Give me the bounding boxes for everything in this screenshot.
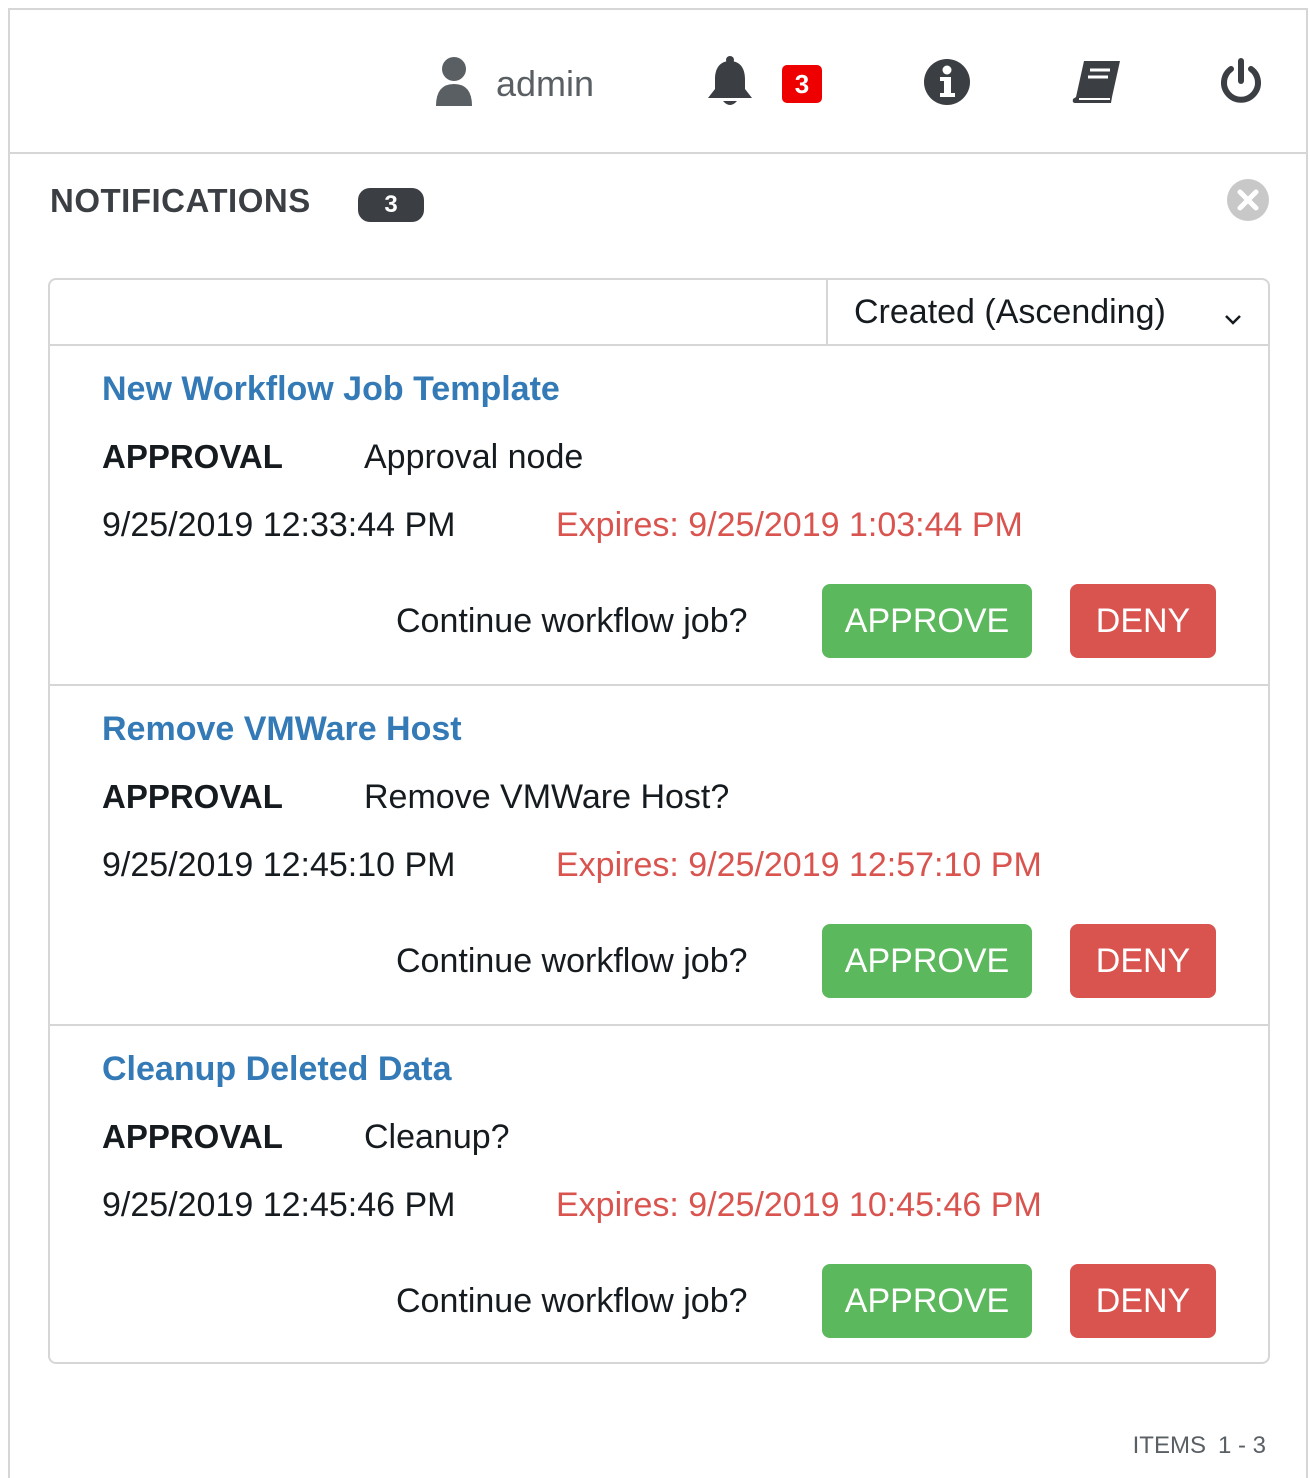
approve-button[interactable]: APPROVE <box>822 924 1032 998</box>
workflow-job-link[interactable]: New Workflow Job Template <box>102 370 560 409</box>
user-icon <box>434 56 474 113</box>
item-type: APPROVAL <box>102 438 283 475</box>
continue-prompt: Continue workflow job? <box>396 602 748 640</box>
created-timestamp: 9/25/2019 12:33:44 PM <box>102 506 456 544</box>
panel-title: NOTIFICATIONS <box>50 182 311 219</box>
list-item: Remove VMWare Host APPROVAL Remove VMWar… <box>50 686 1268 1026</box>
items-range: ITEMS 1 - 3 <box>1133 1432 1266 1460</box>
list-toolbar: Created (Ascending) <box>50 280 1268 346</box>
created-timestamp: 9/25/2019 12:45:46 PM <box>102 1186 456 1224</box>
continue-prompt: Continue workflow job? <box>396 1282 748 1320</box>
notifications-window: admin 3 NOTIFICATIONS 3 Created (Ascendi… <box>8 8 1308 1478</box>
expires-timestamp: Expires: 9/25/2019 12:57:10 PM <box>556 846 1042 884</box>
sort-selected-label: Created (Ascending) <box>854 292 1166 331</box>
item-description: Cleanup? <box>364 1118 510 1156</box>
continue-prompt: Continue workflow job? <box>396 942 748 980</box>
username-label: admin <box>496 63 595 104</box>
bell-icon <box>704 55 756 114</box>
expires-timestamp: Expires: 9/25/2019 1:03:44 PM <box>556 506 1023 544</box>
info-icon <box>922 57 972 112</box>
notifications-toggle[interactable]: 3 <box>704 54 822 114</box>
power-icon <box>1216 57 1266 112</box>
documentation-button[interactable] <box>1070 54 1124 114</box>
sort-dropdown[interactable]: Created (Ascending) <box>826 280 1268 344</box>
close-icon <box>1226 179 1270 226</box>
workflow-job-link[interactable]: Cleanup Deleted Data <box>102 1050 452 1089</box>
about-button[interactable] <box>922 54 972 114</box>
deny-button[interactable]: DENY <box>1070 1264 1216 1338</box>
expires-timestamp: Expires: 9/25/2019 10:45:46 PM <box>556 1186 1042 1224</box>
close-panel-button[interactable] <box>1226 178 1270 222</box>
list-item: New Workflow Job Template APPROVAL Appro… <box>50 346 1268 686</box>
items-range-value: 1 - 3 <box>1217 1432 1266 1459</box>
item-description: Approval node <box>364 438 584 476</box>
current-user[interactable]: admin <box>434 54 594 114</box>
deny-button[interactable]: DENY <box>1070 924 1216 998</box>
list-item: Cleanup Deleted Data APPROVAL Cleanup? 9… <box>50 1026 1268 1362</box>
notifications-count-badge: 3 <box>358 188 424 222</box>
item-type: APPROVAL <box>102 778 283 815</box>
approve-button[interactable]: APPROVE <box>822 584 1032 658</box>
notification-count-badge: 3 <box>782 65 822 103</box>
top-navigation-bar: admin 3 <box>10 10 1306 154</box>
item-description: Remove VMWare Host? <box>364 778 730 816</box>
items-label: ITEMS <box>1132 1432 1206 1459</box>
item-type: APPROVAL <box>102 1118 283 1155</box>
workflow-job-link[interactable]: Remove VMWare Host <box>102 710 462 749</box>
chevron-down-icon <box>1222 300 1244 339</box>
approve-button[interactable]: APPROVE <box>822 1264 1032 1338</box>
created-timestamp: 9/25/2019 12:45:10 PM <box>102 846 456 884</box>
book-icon <box>1070 57 1124 112</box>
deny-button[interactable]: DENY <box>1070 584 1216 658</box>
logout-button[interactable] <box>1216 54 1266 114</box>
notifications-list: Created (Ascending) New Workflow Job Tem… <box>48 278 1270 1364</box>
